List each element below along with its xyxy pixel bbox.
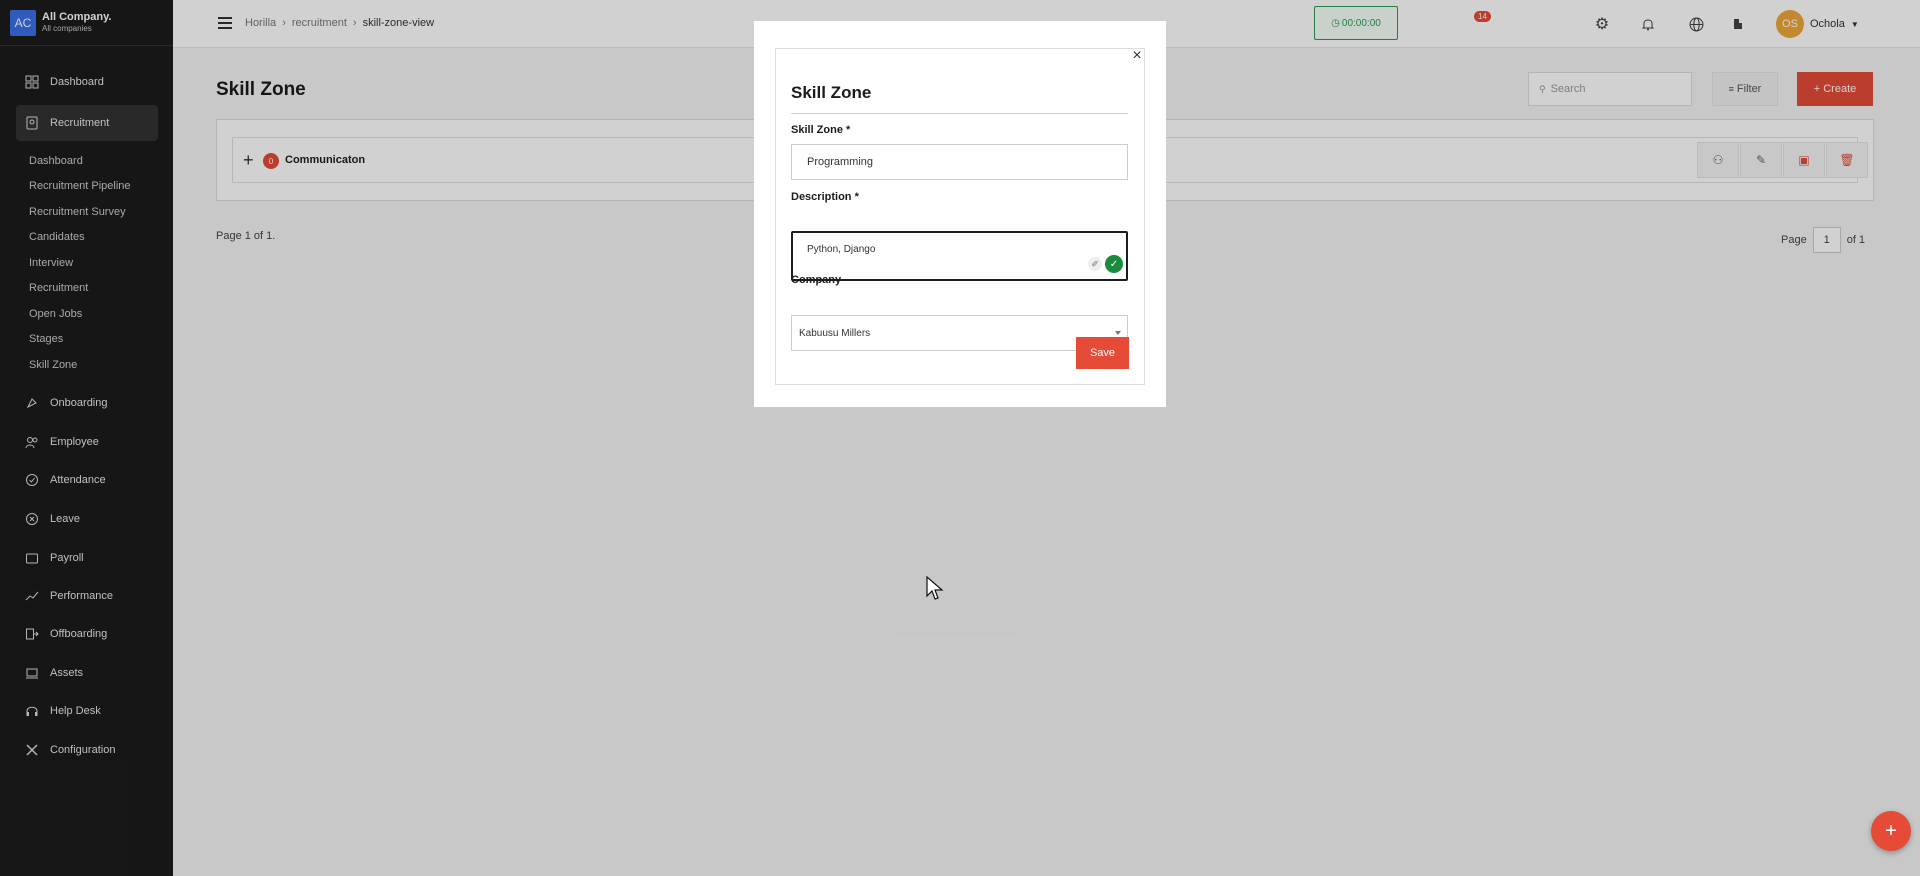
attach-icon[interactable]: ✐	[1088, 257, 1102, 271]
save-button[interactable]: Save	[1076, 337, 1129, 369]
divider	[791, 113, 1128, 114]
close-icon[interactable]: ×	[1129, 48, 1145, 65]
company-selected-value: Kabuusu Millers	[799, 327, 871, 339]
plus-icon: +	[1885, 819, 1897, 842]
description-label: Description *	[791, 191, 859, 203]
skill-zone-label: Skill Zone *	[791, 124, 851, 136]
company-label: Company	[791, 274, 842, 286]
description-textarea[interactable]: Python, Django	[791, 231, 1128, 281]
mouse-cursor-icon	[926, 575, 944, 607]
modal-title: Skill Zone	[791, 83, 872, 102]
caret-down-icon	[1115, 331, 1121, 335]
floating-add-button[interactable]: +	[1871, 811, 1911, 851]
skill-zone-input[interactable]: Programming	[791, 144, 1128, 180]
grammar-check-icon[interactable]: ✓	[1105, 255, 1123, 273]
